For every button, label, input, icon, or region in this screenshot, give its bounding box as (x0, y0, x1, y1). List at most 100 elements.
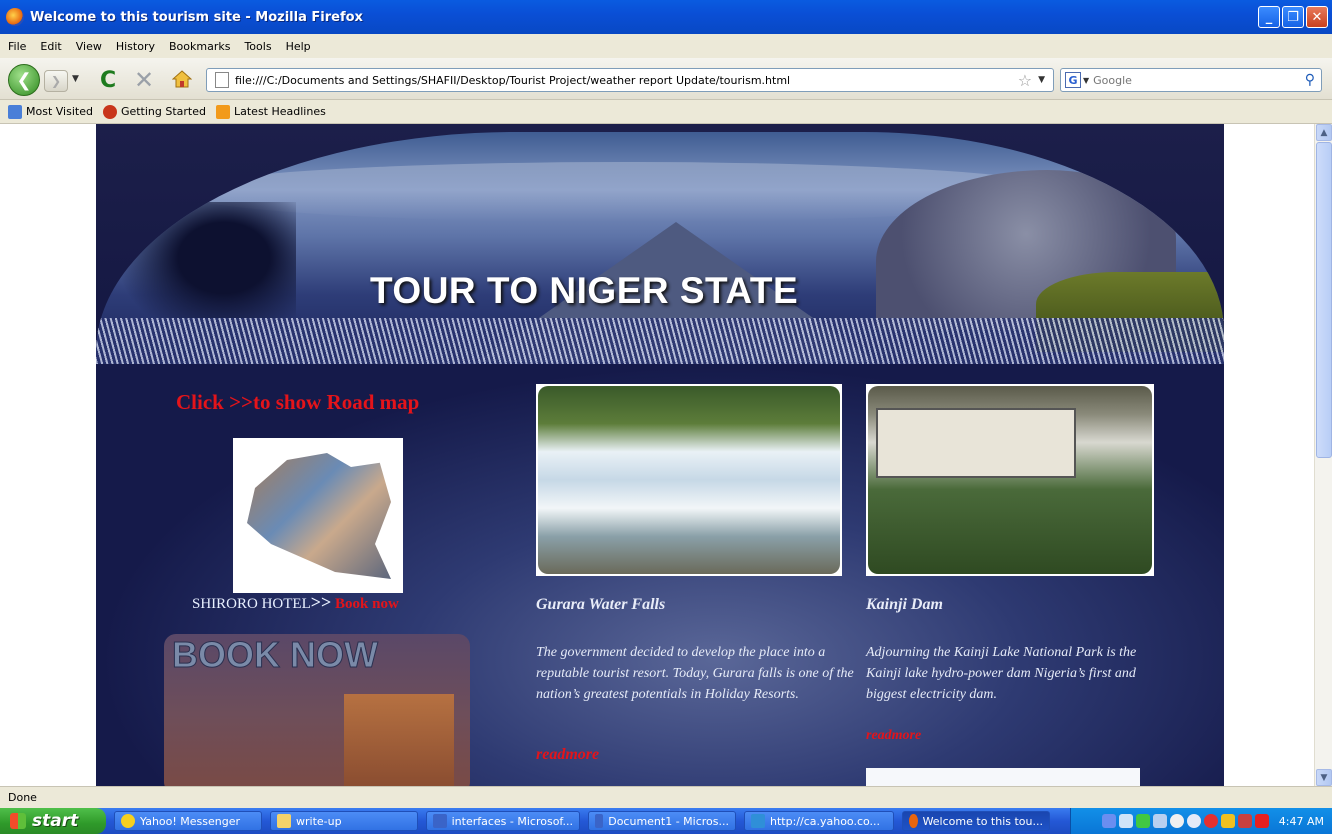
scroll-up-button[interactable]: ▲ (1316, 124, 1332, 141)
menu-file[interactable]: File (8, 40, 26, 53)
close-button[interactable]: ✕ (1306, 6, 1328, 28)
word-doc-icon (433, 814, 447, 828)
window-titlebar: Welcome to this tourism site - Mozilla F… (0, 0, 1332, 34)
app-tray-icon[interactable] (1237, 814, 1252, 828)
vertical-scrollbar[interactable]: ▲ ▼ (1314, 124, 1332, 786)
page-icon (215, 72, 229, 88)
book-now-banner[interactable]: BOOK NOW (164, 634, 470, 786)
gurara-falls-photo[interactable] (536, 384, 842, 576)
signal-icon[interactable] (1135, 814, 1150, 828)
menu-help[interactable]: Help (286, 40, 311, 53)
menu-history[interactable]: History (116, 40, 155, 53)
rss-feed-icon (216, 104, 230, 119)
windows-flag-icon (10, 813, 26, 829)
menu-bookmarks[interactable]: Bookmarks (169, 40, 230, 53)
niger-state-map-image (247, 453, 391, 579)
bookmark-label: Most Visited (26, 105, 93, 118)
bookmark-star-icon[interactable]: ☆ (1018, 71, 1032, 90)
search-input[interactable] (1093, 73, 1274, 87)
search-bar[interactable]: G ▼ ⚲ (1060, 68, 1322, 92)
readmore-link[interactable]: readmore (866, 728, 921, 744)
status-bar: Done (0, 786, 1332, 808)
url-dropdown-icon[interactable]: ▼ (1038, 75, 1045, 85)
task-label: write-up (296, 814, 342, 828)
task-label: http://ca.yahoo.co... (770, 814, 881, 828)
next-photo-partial (866, 768, 1140, 786)
tray-back-icon[interactable] (1101, 814, 1116, 828)
forward-button[interactable]: ❯ (44, 70, 68, 92)
folder-icon (277, 814, 291, 828)
history-dropdown-icon[interactable]: ▼ (72, 74, 79, 84)
menu-view[interactable]: View (76, 40, 102, 53)
search-icon[interactable]: ⚲ (1305, 72, 1315, 88)
task-label: Yahoo! Messenger (140, 814, 241, 828)
kainji-dam-photo[interactable] (866, 384, 1154, 576)
google-engine-icon[interactable]: G (1065, 72, 1081, 88)
scroll-thumb[interactable] (1316, 142, 1332, 458)
task-firefox-tourism[interactable]: Welcome to this tou... (902, 811, 1050, 831)
window-controls: _ ❐ ✕ (1258, 6, 1328, 28)
bookmark-latest-headlines[interactable]: Latest Headlines (216, 104, 326, 119)
reload-button[interactable]: C (100, 68, 116, 93)
url-text[interactable]: file:///C:/Documents and Settings/SHAFII… (235, 74, 1018, 87)
antivirus-icon[interactable] (1254, 814, 1269, 828)
disc-icon[interactable] (1186, 814, 1201, 828)
bookmark-getting-started[interactable]: Getting Started (102, 104, 206, 119)
menu-edit[interactable]: Edit (40, 40, 61, 53)
getting-started-icon (102, 104, 117, 119)
system-tray: 4:47 AM (1070, 808, 1332, 834)
banner-title: TOUR TO NIGER STATE (370, 270, 799, 311)
hotel-booking-line: SHIRORO HOTEL>> Book now (192, 592, 399, 613)
readmore-link[interactable]: readmore (536, 746, 599, 764)
bookmark-label: Latest Headlines (234, 105, 326, 118)
stop-button[interactable]: ✕ (134, 66, 154, 94)
monitor-icon[interactable] (1152, 814, 1167, 828)
word-doc-icon (595, 814, 604, 828)
menu-tools[interactable]: Tools (244, 40, 271, 53)
circle-icon[interactable] (1169, 814, 1184, 828)
hotel-arrows: >> (310, 592, 332, 612)
internet-explorer-icon (751, 814, 765, 828)
navigation-toolbar: ❮ ❯ ▼ C ✕ file:///C:/Documents and Setti… (0, 58, 1332, 100)
network-icon[interactable] (1118, 814, 1133, 828)
window-title: Welcome to this tourism site - Mozilla F… (30, 9, 363, 25)
task-document1-word[interactable]: Document1 - Micros... (588, 811, 736, 831)
task-label: Document1 - Micros... (608, 814, 729, 828)
road-map-link[interactable]: Click >>to show Road map (176, 390, 419, 415)
tray-icons (1101, 814, 1269, 828)
task-interfaces-word[interactable]: interfaces - Microsof... (426, 811, 580, 831)
attraction-description: The government decided to develop the pl… (536, 645, 854, 702)
task-label: interfaces - Microsof... (451, 814, 573, 828)
back-button[interactable]: ❮ (8, 64, 40, 96)
task-yahoo-ie[interactable]: http://ca.yahoo.co... (744, 811, 894, 831)
address-bar[interactable]: file:///C:/Documents and Settings/SHAFII… (206, 68, 1054, 92)
waterfall-image (538, 386, 840, 574)
bookmark-most-visited[interactable]: Most Visited (8, 104, 93, 119)
firefox-logo-icon (6, 8, 24, 26)
home-icon[interactable] (172, 70, 192, 88)
status-text: Done (8, 791, 37, 804)
task-write-up[interactable]: write-up (270, 811, 418, 831)
shield-icon[interactable] (1203, 814, 1218, 828)
start-label: start (32, 811, 79, 831)
restore-button[interactable]: ❐ (1282, 6, 1304, 28)
windows-taskbar: start Yahoo! Messenger write-up interfac… (0, 808, 1332, 834)
attraction-title: Kainji Dam (866, 596, 943, 613)
page-viewport: TOUR TO NIGER STATE Click >>to show Road… (0, 124, 1314, 786)
hotel-room-graphic (344, 694, 454, 786)
task-yahoo-messenger[interactable]: Yahoo! Messenger (114, 811, 262, 831)
yahoo-messenger-icon (121, 814, 135, 828)
lightning-icon[interactable] (1220, 814, 1235, 828)
kainji-park-image (868, 386, 1152, 574)
start-button[interactable]: start (0, 808, 106, 834)
most-visited-icon (8, 104, 22, 119)
state-map-thumbnail[interactable] (233, 438, 403, 593)
book-now-link[interactable]: Book now (335, 596, 399, 612)
header-banner: TOUR TO NIGER STATE (96, 132, 1224, 364)
bookmarks-toolbar: Most Visited Getting Started Latest Head… (0, 100, 1332, 124)
minimize-button[interactable]: _ (1258, 6, 1280, 28)
park-sign-graphic (876, 408, 1076, 478)
engine-dropdown-icon[interactable]: ▼ (1083, 76, 1089, 85)
scroll-down-button[interactable]: ▼ (1316, 769, 1332, 786)
taskbar-clock: 4:47 AM (1278, 814, 1324, 828)
